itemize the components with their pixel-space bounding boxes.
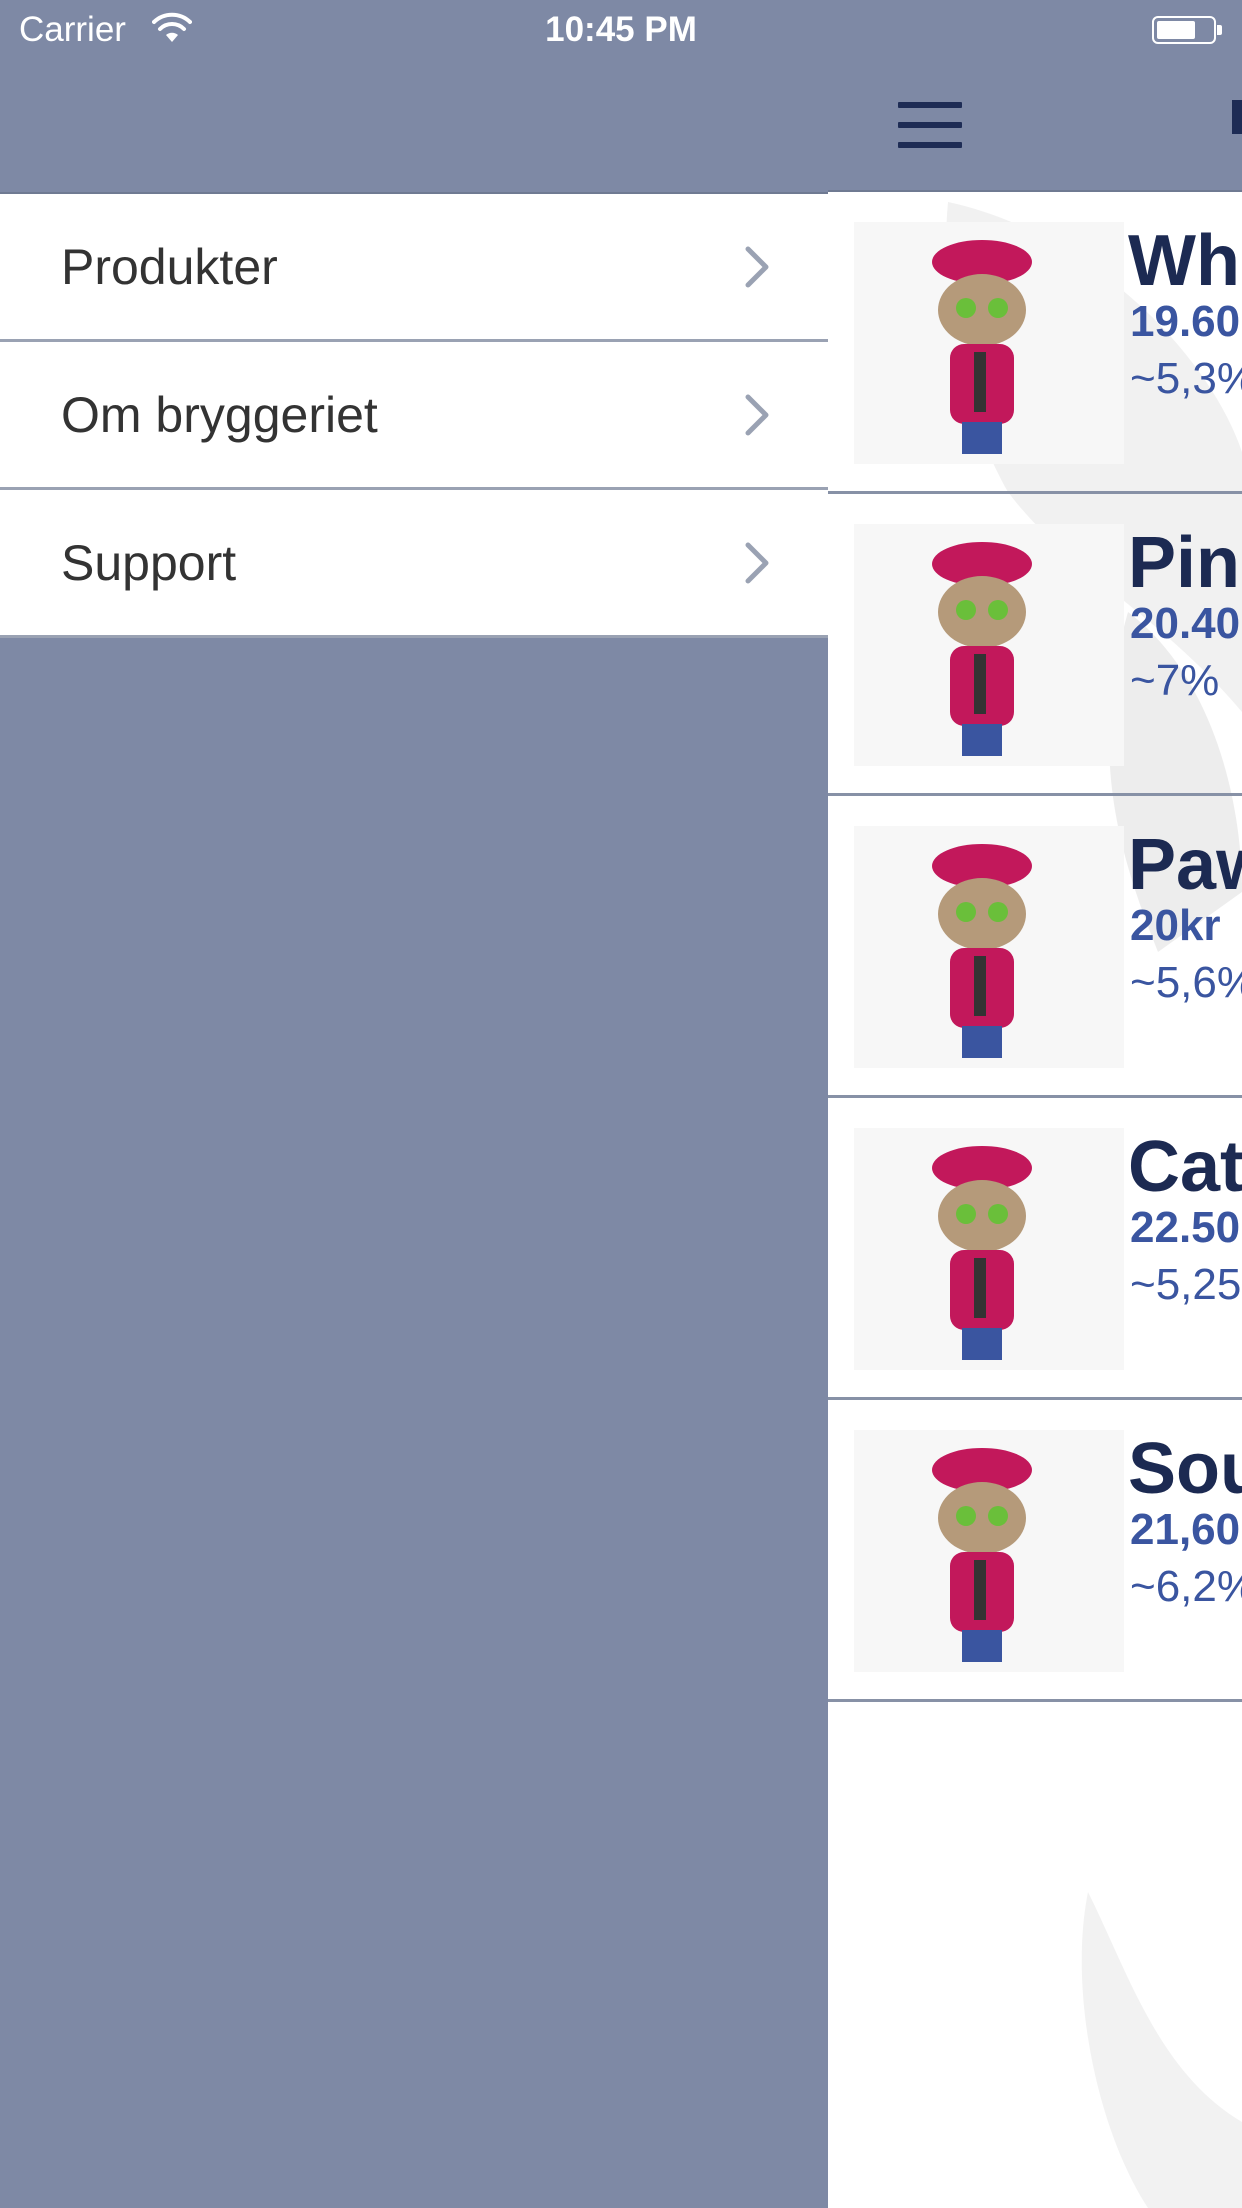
menu-item-label: Produkter [61, 239, 278, 295]
menu-item-produkter[interactable]: Produkter [0, 194, 828, 342]
side-menu: Produkter Om bryggeriet Support [0, 192, 828, 638]
cat-mascot-thumbnail [854, 826, 1124, 1068]
cat-mascot-thumbnail [854, 222, 1124, 464]
product-abv: ~5,6% [1130, 958, 1242, 1007]
product-name: Cat [1128, 1127, 1242, 1207]
product-row[interactable]: Paw 20kr ~5,6% [828, 796, 1242, 1098]
product-row[interactable]: Sou 21,60 ~6,2% [828, 1400, 1242, 1702]
cat-mascot-thumbnail [854, 1430, 1124, 1672]
product-abv: ~5,25 [1130, 1260, 1242, 1309]
chevron-right-icon [745, 542, 769, 584]
status-bar: Carrier 10:45 PM [0, 0, 1242, 62]
product-price: 21,60 [1130, 1505, 1241, 1554]
menu-item-label: Om bryggeriet [61, 387, 378, 443]
product-price: 19.60 [1130, 297, 1241, 346]
menu-item-om-bryggeriet[interactable]: Om bryggeriet [0, 342, 828, 490]
product-row[interactable]: Cat 22.50 ~5,25 [828, 1098, 1242, 1400]
cat-mascot-thumbnail [854, 524, 1124, 766]
menu-item-label: Support [61, 535, 237, 591]
clock: 10:45 PM [545, 10, 697, 49]
product-abv: ~5,3% [1130, 354, 1242, 403]
cat-mascot-thumbnail [854, 1128, 1124, 1370]
main-content: Wh 19.60 ~5,3% Pin 20.40 ~7% [828, 0, 1242, 2208]
product-list[interactable]: Wh 19.60 ~5,3% Pin 20.40 ~7% [828, 192, 1242, 2208]
product-row[interactable]: Pin 20.40 ~7% [828, 494, 1242, 796]
nav-title-fragment [1232, 100, 1242, 134]
product-price: 20kr [1130, 901, 1221, 950]
chevron-right-icon [745, 394, 769, 436]
product-name: Wh [1128, 221, 1240, 301]
product-price: 22.50 [1130, 1203, 1241, 1252]
chevron-right-icon [745, 246, 769, 288]
product-name: Paw [1128, 825, 1242, 905]
product-abv: ~7% [1130, 656, 1220, 705]
product-abv: ~6,2% [1130, 1562, 1242, 1611]
battery-icon [1152, 16, 1222, 44]
menu-item-support[interactable]: Support [0, 490, 828, 638]
hamburger-menu-icon[interactable] [898, 102, 962, 148]
product-row[interactable]: Wh 19.60 ~5,3% [828, 192, 1242, 494]
product-name: Sou [1128, 1429, 1242, 1509]
product-price: 20.40 [1130, 599, 1241, 648]
product-name: Pin [1128, 523, 1241, 603]
